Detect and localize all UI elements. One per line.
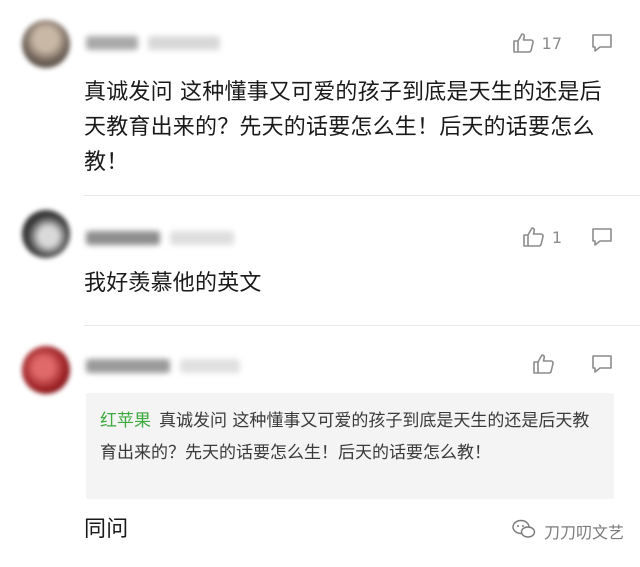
thumbs-up-icon[interactable] [522,226,546,248]
thumbs-up-icon[interactable] [532,353,556,375]
username-blurred [86,230,234,246]
avatar[interactable] [22,210,70,258]
thumbs-up-icon[interactable] [512,32,536,54]
comment-bubble-icon[interactable] [590,226,614,248]
like-count: 1 [551,227,562,247]
comment-bubble-icon[interactable] [590,353,614,375]
comment-bubble-icon[interactable] [590,32,614,54]
comment-text: 真诚发问 这种懂事又可爱的孩子到底是天生的还是后天教育出来的？先天的话要怎么生！… [84,80,602,175]
like-count: 17 [541,33,562,53]
quoted-reply: 红苹果 真诚发问 这种懂事又可爱的孩子到底是天生的还是后天教育出来的？先天的话要怎… [86,393,614,499]
comment-actions: 1 [522,226,614,248]
comment-actions [532,353,614,375]
quoted-text: 真诚发问 这种懂事又可爱的孩子到底是天生的还是后天教育出来的？先天的话要怎么生！… [100,411,590,463]
wechat-icon [512,519,536,543]
watermark: 刀刀叨文艺 [512,519,624,543]
avatar[interactable] [22,346,70,394]
watermark-text: 刀刀叨文艺 [543,523,624,542]
comment-actions: 17 [512,32,614,54]
comment-item: 17 真诚发问 这种懂事又可爱的孩子到底是天生的还是后天教育出来的？先天的话要怎… [0,0,640,196]
username-blurred [86,35,220,51]
comment-item: 1 我好羡慕他的英文 [0,196,640,326]
username-blurred [86,358,240,374]
comment-text: 我好羡慕他的英文 [84,271,262,296]
avatar[interactable] [22,20,70,68]
comment-item: 红苹果 真诚发问 这种懂事又可爱的孩子到底是天生的还是后天教育出来的？先天的话要怎… [0,326,640,567]
quoted-author[interactable]: 红苹果 [100,411,151,431]
